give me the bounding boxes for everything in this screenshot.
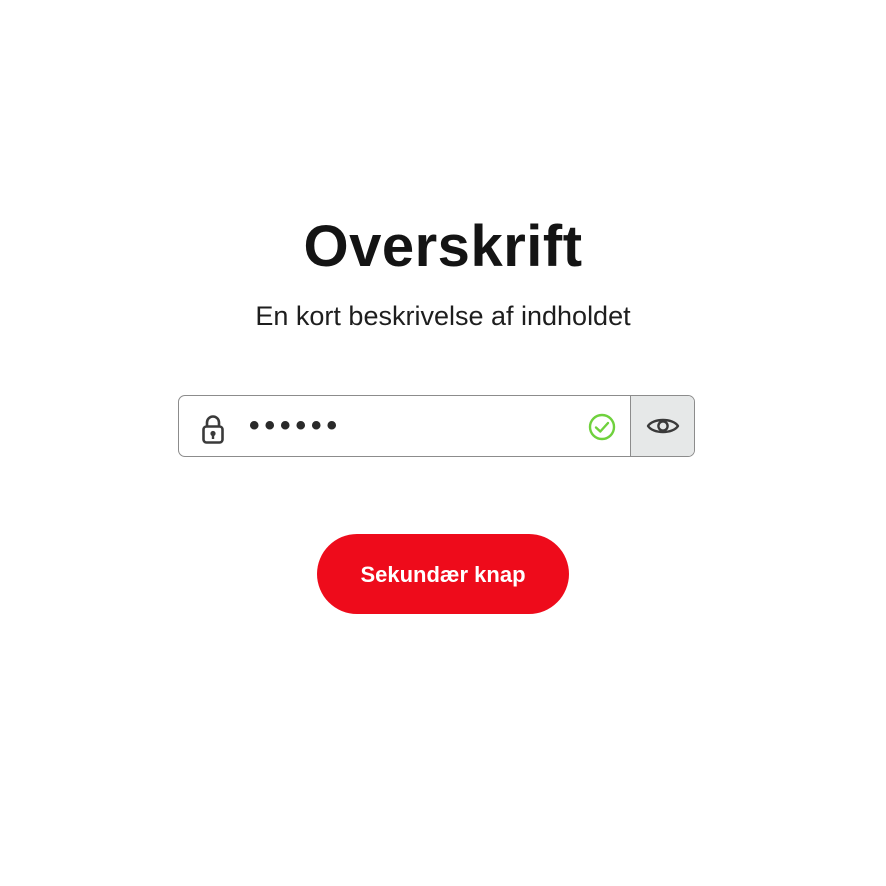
password-field[interactable]: ••••••: [178, 395, 695, 457]
eye-icon: [646, 418, 679, 434]
check-circle-icon: [588, 413, 616, 441]
password-value: ••••••: [249, 409, 343, 442]
show-password-toggle[interactable]: [630, 396, 694, 456]
password-input[interactable]: ••••••: [179, 396, 630, 456]
page: Overskrift En kort beskrivelse af indhol…: [0, 0, 886, 886]
lock-icon: [202, 415, 224, 444]
page-subtitle: En kort beskrivelse af indholdet: [255, 301, 631, 331]
page-title: Overskrift: [303, 214, 583, 279]
secondary-button[interactable]: Sekundær knap: [317, 534, 569, 614]
